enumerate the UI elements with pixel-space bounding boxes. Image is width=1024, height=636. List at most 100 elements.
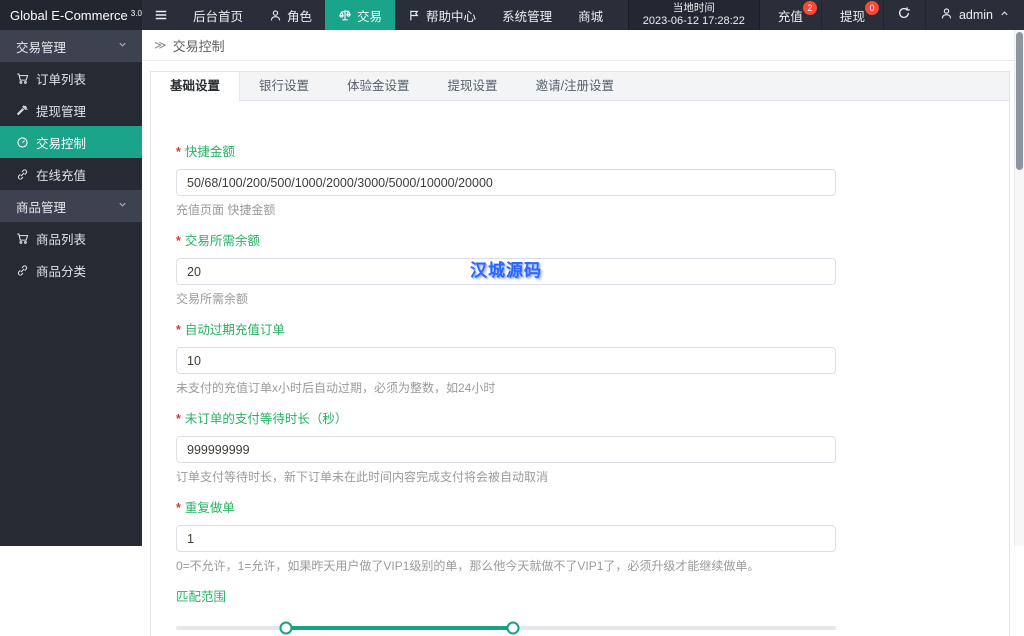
field-hint: 充值页面 快捷金额	[176, 203, 276, 217]
field-label: * 自动过期充值订单	[176, 323, 285, 337]
form-field-quick-amount: *快捷金额 充值页面 快捷金额	[176, 141, 837, 217]
sidebar-item-order-list[interactable]: 订单列表	[0, 62, 142, 94]
nav-label: 商城	[578, 9, 604, 24]
match-range-slider[interactable]	[176, 620, 836, 636]
field-label: * 交易所需余额	[176, 234, 260, 248]
field-label: * 未订单的支付等待时长（秒）	[176, 412, 348, 426]
user-icon	[940, 7, 953, 23]
required-mark: *	[176, 501, 181, 515]
basic-settings-form: *快捷金额 充值页面 快捷金额 *交易所需余额 交易所需余额 *自动过期充值订单…	[151, 101, 837, 636]
sidebar-item-label: 在线充值	[36, 168, 87, 183]
nav-label: 帮助中心	[426, 9, 477, 24]
local-time: 当地时间 2023-06-12 17:28:22	[627, 0, 760, 30]
link-icon	[16, 264, 29, 277]
auto-expire-order-input[interactable]	[176, 347, 836, 374]
hamburger-icon	[154, 8, 168, 22]
link-icon	[16, 168, 29, 181]
recharge-label: 充值	[777, 9, 803, 24]
sidebar-item-label: 商品列表	[36, 232, 87, 247]
local-time-value: 2023-06-12 17:28:22	[642, 15, 745, 27]
scale-icon	[338, 8, 352, 22]
repeat-order-input[interactable]	[176, 525, 836, 552]
refresh-icon	[897, 6, 911, 25]
main-content: ≫ 交易控制 基础设置 银行设置 体验金设置 提现设置 邀请/注册设置 * 快捷金…	[142, 30, 1024, 636]
field-label: 匹配范围	[176, 590, 227, 604]
form-field-repeat-order: *重复做单 0=不允许，1=允许，如果昨天用户做了VIP1级别的单，那么他今天就…	[176, 497, 837, 573]
breadcrumb-label: 交易控制	[172, 38, 225, 54]
form-field-payment-wait-time: *未订单的支付等待时长（秒） 订单支付等待时长，新下订单未在此时间内容完成支付将…	[176, 408, 837, 484]
form-field-auto-expire-order: *自动过期充值订单 未支付的充值订单x小时后自动过期，必须为整数，如24小时	[176, 319, 837, 395]
user-menu[interactable]: admin	[926, 0, 1024, 30]
gauge-icon	[16, 136, 29, 149]
slider-fill	[286, 626, 513, 630]
local-time-label: 当地时间	[672, 2, 715, 14]
tab-basic-settings[interactable]: 基础设置	[151, 72, 241, 102]
username: admin	[958, 8, 993, 22]
field-hint: 0=不允许，1=允许，如果昨天用户做了VIP1级别的单，那么他今天就做不了VIP…	[176, 559, 760, 573]
sidebar-item-label: 订单列表	[36, 72, 87, 87]
sidebar-toggle-button[interactable]	[142, 0, 180, 30]
nav-item-dashboard[interactable]: 后台首页	[180, 0, 256, 30]
field-hint: 交易所需余额	[176, 292, 249, 306]
field-label: * 快捷金额	[176, 145, 235, 159]
breadcrumb-separator: ≫	[154, 38, 167, 52]
nav-label: 后台首页	[193, 9, 244, 24]
tab-bank-settings[interactable]: 银行设置	[240, 72, 328, 100]
form-field-required-balance: *交易所需余额 交易所需余额	[176, 230, 837, 306]
sidebar: 交易管理 订单列表 提现管理 交易控制 在线充值 商品管理 商品列表 商品分类	[0, 30, 142, 546]
chevron-down-icon	[117, 39, 128, 53]
app-logo: Global E-Commerce 3.0	[0, 0, 142, 30]
tabs-bar: 基础设置 银行设置 体验金设置 提现设置 邀请/注册设置	[151, 72, 1009, 102]
required-balance-input[interactable]	[176, 258, 836, 285]
refresh-button[interactable]	[884, 0, 926, 30]
sidebar-item-label: 提现管理	[36, 104, 87, 119]
nav-label: 交易	[357, 9, 383, 24]
tab-trial-fund-settings[interactable]: 体验金设置	[328, 72, 429, 100]
sidebar-group-trade-management[interactable]: 交易管理	[0, 30, 142, 62]
sidebar-item-product-category[interactable]: 商品分类	[0, 254, 142, 286]
required-mark: *	[176, 412, 181, 426]
tab-invite-register-settings[interactable]: 邀请/注册设置	[517, 72, 633, 100]
withdraw-badge: 0	[864, 1, 879, 15]
sidebar-item-product-list[interactable]: 商品列表	[0, 222, 142, 254]
nav-item-help-center[interactable]: 帮助中心	[395, 0, 489, 30]
slider-handle-high[interactable]	[506, 621, 520, 635]
nav-item-mall[interactable]: 商城	[565, 0, 616, 30]
gavel-icon	[16, 104, 29, 117]
form-field-match-range: 匹配范围	[176, 586, 837, 636]
nav-label: 系统管理	[502, 9, 553, 24]
nav-item-system[interactable]: 系统管理	[489, 0, 565, 30]
page-scrollbar[interactable]	[1014, 30, 1024, 546]
quick-amount-input[interactable]	[176, 169, 836, 196]
cart-icon	[16, 232, 29, 245]
scrollbar-thumb[interactable]	[1016, 32, 1023, 170]
person-icon	[269, 9, 282, 22]
payment-wait-time-input[interactable]	[176, 436, 836, 463]
field-hint: 订单支付等待时长，新下订单未在此时间内容完成支付将会被自动取消	[176, 470, 549, 484]
chevron-up-icon	[999, 8, 1010, 22]
recharge-notifications[interactable]: 充值 2	[760, 0, 822, 30]
sidebar-item-trade-control[interactable]: 交易控制	[0, 126, 142, 158]
sidebar-group-label: 交易管理	[16, 40, 67, 55]
breadcrumb: ≫ 交易控制	[142, 30, 1024, 61]
sidebar-group-product-management[interactable]: 商品管理	[0, 190, 142, 222]
nav-item-trade[interactable]: 交易	[325, 0, 396, 30]
sidebar-item-online-recharge[interactable]: 在线充值	[0, 158, 142, 190]
cart-icon	[16, 72, 29, 85]
settings-card: 基础设置 银行设置 体验金设置 提现设置 邀请/注册设置 *快捷金额 充值页面 …	[150, 71, 1010, 636]
withdraw-notifications[interactable]: 提现 0	[822, 0, 884, 30]
sidebar-group-label: 商品管理	[16, 200, 67, 215]
top-navbar: Global E-Commerce 3.0 后台首页 角色 交易 帮助中心 系统管…	[0, 0, 1024, 30]
tab-withdraw-settings[interactable]: 提现设置	[429, 72, 517, 100]
slider-handle-low[interactable]	[279, 621, 293, 635]
required-mark: *	[176, 145, 181, 159]
field-hint: 未支付的充值订单x小时后自动过期，必须为整数，如24小时	[176, 381, 496, 395]
required-mark: *	[176, 234, 181, 248]
field-label: * 重复做单	[176, 501, 235, 515]
nav-item-roles[interactable]: 角色	[256, 0, 325, 30]
sidebar-item-label: 交易控制	[36, 136, 87, 151]
flag-icon	[408, 9, 421, 22]
required-mark: *	[176, 323, 181, 337]
sidebar-item-withdraw-management[interactable]: 提现管理	[0, 94, 142, 126]
